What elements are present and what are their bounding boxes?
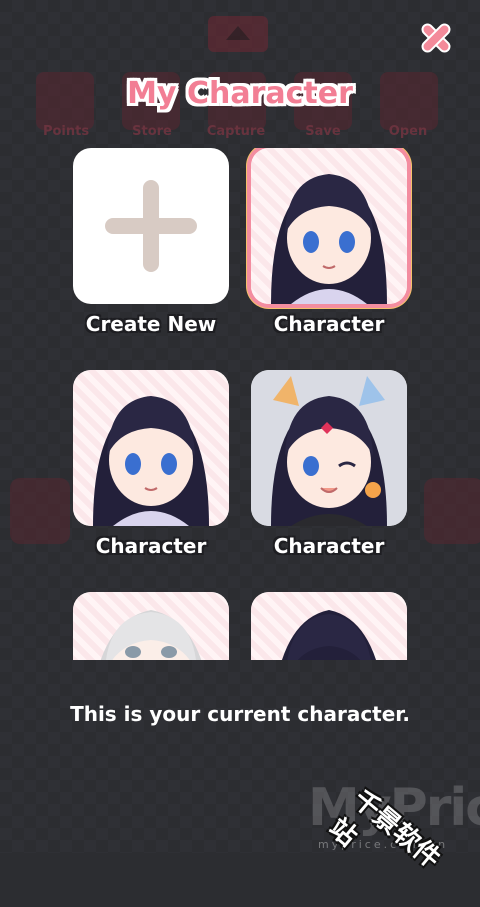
- character-portrait: [251, 592, 407, 660]
- character-card[interactable]: [251, 592, 407, 660]
- menu-label-open: Open: [388, 124, 428, 139]
- menu-label-store: Store: [132, 124, 172, 139]
- character-card[interactable]: [73, 370, 229, 526]
- character-portrait: [251, 370, 407, 526]
- watermark: MyPrice myprice.com.cn 千景软件站: [300, 760, 480, 874]
- character-grid[interactable]: Create New Character Character Character: [73, 148, 413, 660]
- close-icon[interactable]: [416, 18, 456, 58]
- character-card-selected[interactable]: [251, 148, 407, 304]
- character-label: Character: [273, 534, 385, 558]
- character-portrait: [73, 592, 229, 660]
- menu-label-save: Save: [305, 124, 341, 139]
- character-label: Character: [273, 312, 385, 336]
- status-message: This is your current character.: [70, 702, 410, 726]
- character-card[interactable]: [73, 592, 229, 660]
- character-card[interactable]: [251, 370, 407, 526]
- create-new-label: Create New: [85, 312, 217, 336]
- menu-label-points: Points: [42, 124, 90, 139]
- dialog-title: My Character: [127, 76, 353, 111]
- silhouette-icon: [10, 478, 70, 544]
- character-portrait: [251, 148, 407, 304]
- menu-label-capture: Capture: [206, 124, 266, 139]
- silhouette-icon: [424, 478, 480, 544]
- character-portrait: [73, 370, 229, 526]
- collapse-arrow-icon: [208, 16, 268, 52]
- create-new-button[interactable]: [73, 148, 229, 304]
- character-label: Character: [95, 534, 207, 558]
